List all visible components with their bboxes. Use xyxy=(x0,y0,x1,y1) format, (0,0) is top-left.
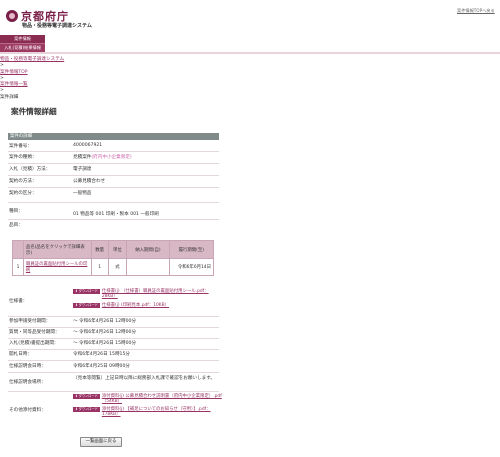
table-header-name: 品名(品名をクリックで詳細表示) xyxy=(22,240,92,259)
table-header-unit: 単位 xyxy=(107,240,128,259)
detail-value: 4000067921 xyxy=(73,143,103,148)
detail-label: 案件番号： xyxy=(9,144,32,149)
table-header-to: 履行期間(至) xyxy=(168,240,215,259)
detail-row-case-number: 案件番号： 4000067921 xyxy=(8,143,219,152)
table-header-row: 品名(品名をクリックで詳細表示) 数量 単位 納入期間(自) 履行期間(至) xyxy=(12,240,215,259)
nav-item-bid-results[interactable]: 入札(見積)結果情報 xyxy=(0,43,45,52)
download-badge[interactable]: ⬇ ダウンロード xyxy=(73,394,100,399)
detail-value: 見積案件(府内中小企業限定) xyxy=(73,154,132,160)
detail-row-spec-meeting-place: 仕様説明会場所： （見本等閲覧）上記日時以降に総務部入札課で確認をお願いします。 xyxy=(8,374,219,392)
detail-label: 契約の区分： xyxy=(9,191,37,196)
top-link[interactable]: 案件情報TOPへ戻る xyxy=(457,8,495,14)
detail-label: 入札（見積）方法： xyxy=(9,167,51,172)
page-title: 案件情報詳細 xyxy=(11,107,57,116)
table-header-no xyxy=(12,240,24,259)
breadcrumb: 物品・役務等電子調達システム > 案件情報TOP > 案件情報一覧 > 案件詳細 xyxy=(0,57,64,101)
download-badge[interactable]: ⬇ ダウンロード xyxy=(73,406,100,412)
spec-file-2: ⬇ ダウンロード 仕様書(j) (印刷見本.pdf：10KB） xyxy=(73,302,218,308)
item-name-link[interactable]: 職員証の裏面貼付用シールの印刷 xyxy=(26,262,87,273)
system-name: 物品・役務等電子調達システム xyxy=(22,23,92,29)
table-row: 1 職員証の裏面貼付用シールの印刷 1 式 令和6年6月14日 xyxy=(12,258,215,276)
breadcrumb-current: 案件詳細 xyxy=(0,94,19,100)
table-header-qty: 数量 xyxy=(90,240,109,259)
detail-value: 01 物品等 001 印刷・製本 001 一般印刷 xyxy=(73,212,159,217)
detail-row-contract-method: 契約の方法： 公募見積合わせ xyxy=(8,178,219,188)
detail-row-spec-meeting-date: 仕様説明会日時： 令和6年4月25日 09時00分 xyxy=(8,363,219,373)
other-file-link[interactable]: 添付資料(j) 【補足についてのお知らせ（守用）】.pdf：178KB） xyxy=(102,407,223,418)
row-from xyxy=(126,258,170,276)
detail-value: 令和6年4月25日 09時00分 xyxy=(73,364,130,369)
kyoto-crest-icon xyxy=(6,10,18,22)
detail-row-item: 種目： 01 物品等 001 印刷・製本 001 一般印刷 xyxy=(8,206,219,220)
detail-row-application-period: 参加申請受付期間： 〜 令和6年4月26日 12時00分 xyxy=(8,318,219,328)
detail-value: 一般物品 xyxy=(73,191,92,196)
detail-label: 品目： xyxy=(9,223,23,228)
detail-label: 入札(見積)書提出期間： xyxy=(9,341,59,346)
spec-file-1: ⬇ ダウンロード 仕様書(j) （仕様書）職員証の裏面貼付用シール.pdf：28… xyxy=(73,289,218,300)
detail-label: 仕様説明会場所： xyxy=(9,380,46,385)
detail-label: 案件の種類： xyxy=(9,155,37,160)
breadcrumb-system[interactable]: 物品・役務等電子調達システム xyxy=(0,57,64,62)
row-qty: 1 xyxy=(90,258,109,276)
nav-item-case-info[interactable]: 案件情報 xyxy=(0,35,45,43)
detail-row-other-attachments: その他添付資料： ⬇ ダウンロード 添付資料(j) 公募見積合わせ説明書（府内中… xyxy=(8,393,222,429)
row-to: 令和6年6月14日 xyxy=(168,258,215,276)
detail-label: 種目： xyxy=(9,209,23,214)
breadcrumb-top[interactable]: 案件情報TOP xyxy=(0,70,28,75)
other-file-1: ⬇ ダウンロード 添付資料(j) 公募見積合わせ説明書（府内中小企業限定）.pd… xyxy=(73,394,223,405)
case-type-note: (府内中小企業限定) xyxy=(91,155,132,160)
detail-value: 〜 令和6年4月26日 12時00分 xyxy=(73,319,137,324)
detail-row-open-date: 開札日時： 令和6年4月26日 15時15分 xyxy=(8,351,219,361)
row-name-cell: 職員証の裏面貼付用シールの印刷 xyxy=(22,258,92,276)
detail-row-bid-method: 入札（見積）方法： 電子調達 xyxy=(8,166,219,176)
detail-value: 公募見積合わせ xyxy=(73,179,106,184)
breadcrumb-list[interactable]: 案件情報一覧 xyxy=(0,82,28,87)
detail-row-question-period: 質問・同等品受付期間： 〜 令和6年4月26日 12時00分 xyxy=(8,329,219,339)
other-file-2: ⬇ ダウンロード 添付資料(j) 【補足についてのお知らせ（守用）】.pdf：1… xyxy=(73,406,223,418)
main-nav: 案件情報 入札(見積)結果情報 xyxy=(0,35,45,52)
detail-value: （見本等閲覧）上記日時以降に総務部入札課で確認をお願いします。 xyxy=(73,376,215,381)
detail-value: 〜 令和6年4月26日 12時00分 xyxy=(73,330,137,335)
download-badge[interactable]: ⬇ ダウンロード xyxy=(73,302,100,308)
detail-row-spec: 仕様書： ⬇ ダウンロード 仕様書(j) （仕様書）職員証の裏面貼付用シール.p… xyxy=(8,288,219,317)
spec-files: ⬇ ダウンロード 仕様書(j) （仕様書）職員証の裏面貼付用シール.pdf：28… xyxy=(73,289,218,308)
detail-label: 参加申請受付期間： xyxy=(9,319,51,324)
detail-row-bid-period: 入札(見積)書提出期間： 〜 令和6年4月26日 15時00分 xyxy=(8,340,219,350)
detail-row-category: 契約の区分： 一般物品 xyxy=(8,190,219,203)
detail-label: 契約の方法： xyxy=(9,179,37,184)
detail-row-case-type: 案件の種類： 見積案件(府内中小企業限定) xyxy=(8,154,219,164)
detail-value: 令和6年4月26日 15時15分 xyxy=(73,352,130,357)
row-number: 1 xyxy=(12,258,24,276)
nav-divider xyxy=(0,52,500,54)
download-badge[interactable]: ⬇ ダウンロード xyxy=(73,289,100,294)
detail-label: その他添付資料： xyxy=(9,408,46,413)
spec-file-link[interactable]: 仕様書(j) (印刷見本.pdf：10KB） xyxy=(102,303,169,308)
detail-label: 質問・同等品受付期間： xyxy=(9,330,60,335)
detail-label: 仕様書： xyxy=(9,299,28,304)
table-header-from: 納入期間(自) xyxy=(126,240,170,259)
header: 京都府庁 物品・役務等電子調達システム 案件情報TOPへ戻る xyxy=(0,0,500,34)
other-files: ⬇ ダウンロード 添付資料(j) 公募見積合わせ説明書（府内中小企業限定）.pd… xyxy=(73,394,223,418)
detail-label: 開札日時： xyxy=(9,352,32,357)
row-unit: 式 xyxy=(107,258,128,276)
detail-value: 電子調達 xyxy=(73,167,92,172)
back-to-list-button[interactable]: 一覧画面に戻る xyxy=(80,437,122,447)
other-file-link[interactable]: 添付資料(j) 公募見積合わせ説明書（府内中小企業限定）.pdf （54KB） xyxy=(102,394,223,405)
items-table: 品名(品名をクリックで詳細表示) 数量 単位 納入期間(自) 履行期間(至) 1… xyxy=(12,240,215,276)
case-type-value: 見積案件 xyxy=(73,155,92,160)
detail-row-product: 品目： xyxy=(8,222,219,230)
spec-file-link[interactable]: 仕様書(j) （仕様書）職員証の裏面貼付用シール.pdf：28KB） xyxy=(102,289,218,300)
detail-value: 〜 令和6年4月26日 15時00分 xyxy=(73,341,137,346)
section-header: 案件の詳細 xyxy=(8,133,219,140)
detail-label: 仕様説明会日時： xyxy=(9,364,46,369)
